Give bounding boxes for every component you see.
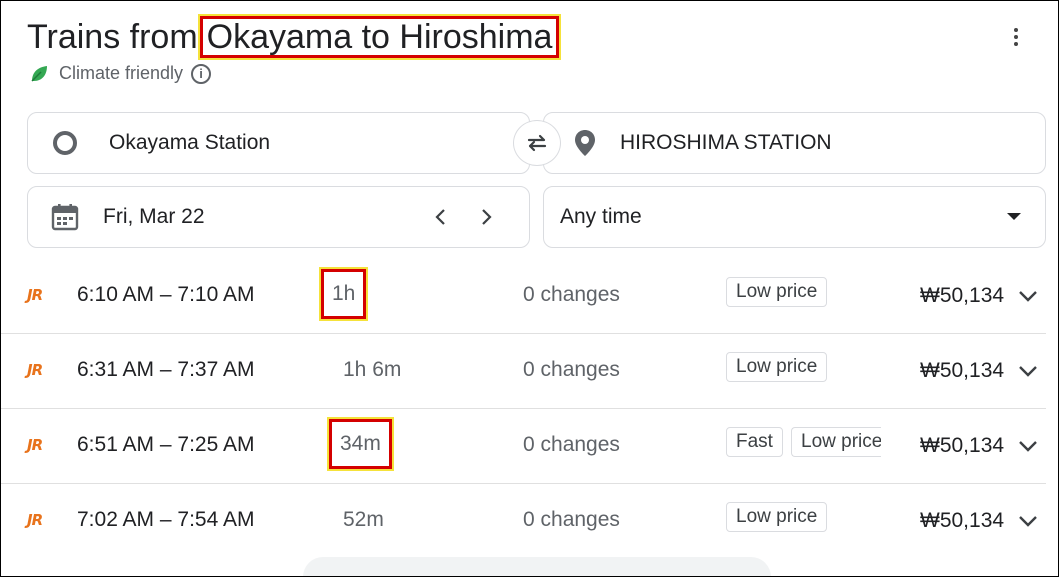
origin-field[interactable]: Okayama Station bbox=[27, 112, 530, 174]
low-price-badge: Low price bbox=[726, 277, 828, 307]
time-select[interactable]: Any time bbox=[543, 186, 1046, 248]
title-route: Okayama to Hiroshima bbox=[199, 16, 560, 58]
time-value: Any time bbox=[560, 205, 642, 228]
origin-circle-icon bbox=[53, 131, 77, 155]
swap-icon bbox=[527, 134, 547, 152]
trip-duration: 1h 6m bbox=[343, 358, 402, 381]
previous-date-button[interactable] bbox=[427, 203, 455, 231]
page-title: Trains from Okayama to Hiroshima bbox=[27, 15, 560, 59]
jr-logo-icon: JR bbox=[27, 436, 43, 454]
destination-value: HIROSHIMA STATION bbox=[620, 131, 832, 154]
more-vert-icon bbox=[1014, 28, 1018, 32]
jr-logo-icon: JR bbox=[27, 286, 43, 304]
more-results-button[interactable] bbox=[303, 557, 771, 576]
chevron-right-icon bbox=[482, 209, 492, 225]
next-date-button[interactable] bbox=[472, 203, 500, 231]
chevron-left-icon bbox=[435, 209, 445, 225]
trip-price: ₩50,134 bbox=[920, 434, 1005, 457]
trip-duration: 1h bbox=[321, 269, 367, 319]
trip-price: ₩50,134 bbox=[920, 509, 1005, 532]
origin-value: Okayama Station bbox=[109, 131, 271, 154]
fast-badge: Fast bbox=[726, 427, 783, 457]
low-price-badge: Low price bbox=[726, 352, 828, 382]
more-options-button[interactable] bbox=[1004, 23, 1028, 51]
info-icon[interactable]: i bbox=[191, 63, 212, 84]
expand-chevron-icon[interactable] bbox=[1017, 285, 1039, 307]
date-field[interactable]: Fri, Mar 22 bbox=[27, 186, 530, 248]
expand-chevron-icon[interactable] bbox=[1017, 360, 1039, 382]
trip-duration: 52m bbox=[343, 508, 384, 531]
low-price-badge: Low price bbox=[726, 502, 828, 532]
title-prefix: Trains from bbox=[27, 17, 198, 56]
jr-logo-icon: JR bbox=[27, 511, 43, 529]
trip-changes: 0 changes bbox=[523, 283, 620, 306]
trip-changes: 0 changes bbox=[523, 433, 620, 456]
location-pin-icon bbox=[575, 130, 595, 156]
date-value: Fri, Mar 22 bbox=[103, 205, 205, 228]
dropdown-arrow-icon bbox=[1007, 213, 1021, 220]
trip-row[interactable]: JR 6:10 AM – 7:10 AM 1h 0 changes Low pr… bbox=[1, 259, 1046, 334]
destination-field[interactable]: HIROSHIMA STATION bbox=[543, 112, 1046, 174]
leaf-icon bbox=[31, 65, 47, 82]
calendar-icon bbox=[51, 204, 79, 231]
trip-changes: 0 changes bbox=[523, 358, 620, 381]
expand-chevron-icon[interactable] bbox=[1017, 435, 1039, 457]
climate-friendly-label: Climate friendly i bbox=[29, 63, 212, 84]
trip-times: 6:10 AM – 7:10 AM bbox=[77, 283, 255, 306]
trip-row[interactable]: JR 6:51 AM – 7:25 AM 34m 0 changes Fast … bbox=[1, 409, 1046, 484]
trip-price: ₩50,134 bbox=[920, 284, 1005, 307]
trip-times: 6:31 AM – 7:37 AM bbox=[77, 358, 255, 381]
trip-price: ₩50,134 bbox=[920, 359, 1005, 382]
trip-changes: 0 changes bbox=[523, 508, 620, 531]
climate-text: Climate friendly bbox=[59, 63, 184, 83]
trip-row[interactable]: JR 6:31 AM – 7:37 AM 1h 6m 0 changes Low… bbox=[1, 334, 1046, 409]
trip-duration: 34m bbox=[329, 419, 392, 469]
results-panel: Trains from Okayama to Hiroshima Climate… bbox=[0, 0, 1059, 577]
swap-button[interactable] bbox=[513, 120, 561, 166]
trip-times: 6:51 AM – 7:25 AM bbox=[77, 433, 255, 456]
expand-chevron-icon[interactable] bbox=[1017, 510, 1039, 532]
low-price-badge: Low price bbox=[791, 427, 881, 457]
trip-row[interactable]: JR 7:02 AM – 7:54 AM 52m 0 changes Low p… bbox=[1, 484, 1046, 558]
trip-times: 7:02 AM – 7:54 AM bbox=[77, 508, 255, 531]
jr-logo-icon: JR bbox=[27, 361, 43, 379]
